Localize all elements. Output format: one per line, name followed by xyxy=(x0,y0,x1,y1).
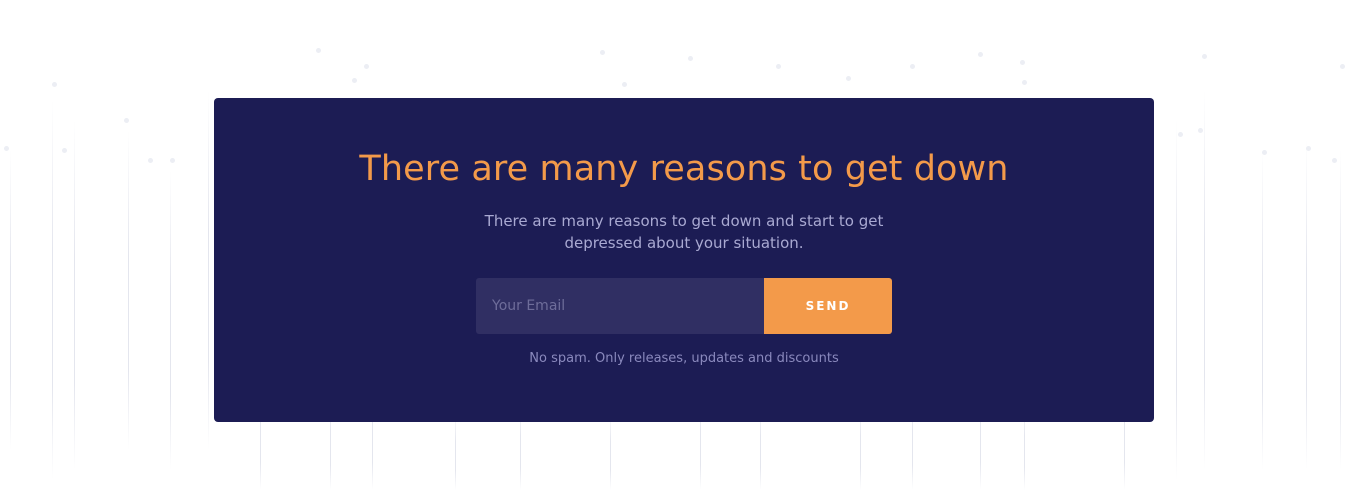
newsletter-card: There are many reasons to get down There… xyxy=(214,98,1154,422)
newsletter-title: There are many reasons to get down xyxy=(359,149,1009,189)
email-input[interactable] xyxy=(476,278,764,334)
subscribe-form: SEND xyxy=(476,278,892,334)
send-button[interactable]: SEND xyxy=(764,278,892,334)
newsletter-subtitle: There are many reasons to get down and s… xyxy=(484,212,884,252)
no-spam-note: No spam. Only releases, updates and disc… xyxy=(529,351,839,366)
